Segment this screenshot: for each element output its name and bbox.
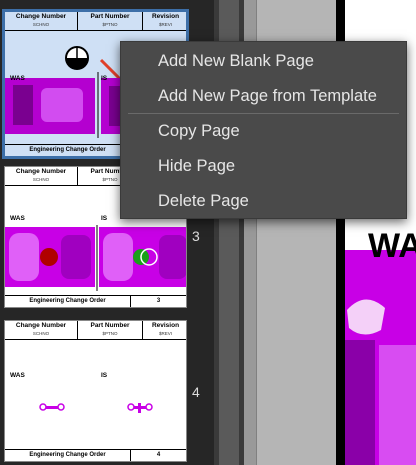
- header-change-number: Change Number: [15, 168, 67, 175]
- was-label: WAS: [10, 75, 25, 82]
- header-revision: Revision: [151, 13, 180, 20]
- header-part-number: Part Number: [90, 13, 130, 20]
- thumbnail-drawing: [39, 403, 153, 413]
- header-revision-sub: $REVI: [158, 331, 172, 336]
- header-change-sub: SCHNO: [32, 22, 50, 27]
- footer-title: Engineering Change Order: [5, 296, 131, 307]
- page-number-label: 3: [192, 228, 200, 244]
- is-label: IS: [101, 372, 108, 379]
- footer-title: Engineering Change Order: [5, 145, 131, 156]
- header-part-number: Part Number: [90, 322, 130, 329]
- menu-item-copy-page[interactable]: Copy Page: [158, 122, 240, 141]
- header-change-sub: SCHNO: [32, 177, 50, 182]
- page-title-text: WA: [368, 227, 416, 265]
- was-label: WAS: [10, 215, 25, 222]
- thumbnail-footer: Engineering Change Order 3: [5, 295, 186, 307]
- is-label: IS: [101, 215, 108, 222]
- header-change-number: Change Number: [15, 13, 67, 20]
- menu-item-hide-page[interactable]: Hide Page: [158, 157, 235, 176]
- thumbnail-drawing: [5, 225, 186, 291]
- was-label: WAS: [10, 372, 25, 379]
- header-revision-sub: $REVI: [158, 22, 172, 27]
- header-change-number: Change Number: [15, 322, 67, 329]
- thumbnail-footer: Engineering Change Order 4: [5, 449, 186, 461]
- thumbnail-header: Change Number SCHNO Part Number $PTNO Revi…: [5, 12, 186, 31]
- page-number-label: 4: [192, 384, 200, 400]
- context-menu: Add New Blank Page Add New Page from Tem…: [120, 41, 407, 219]
- footer-page-number: 4: [156, 452, 161, 458]
- header-part-sub: $PTNO: [102, 331, 118, 336]
- menu-separator: [128, 113, 399, 114]
- is-label: IS: [101, 75, 108, 82]
- menu-item-add-new-blank-page[interactable]: Add New Blank Page: [158, 52, 314, 71]
- header-change-sub: SCHNO: [32, 331, 50, 336]
- header-part-sub: $PTNO: [102, 22, 118, 27]
- thumbnail-header: Change Number SCHNO Part Number $PTNO Revi…: [5, 321, 186, 340]
- page-drawing: [345, 250, 416, 465]
- menu-item-delete-page[interactable]: Delete Page: [158, 192, 249, 211]
- footer-page-number: 3: [156, 298, 161, 304]
- footer-title: Engineering Change Order: [5, 450, 131, 461]
- header-revision: Revision: [151, 322, 180, 329]
- page-thumbnail-4[interactable]: Change Number SCHNO Part Number $PTNO Revi…: [4, 320, 187, 462]
- menu-item-add-new-page-from-template[interactable]: Add New Page from Template: [158, 87, 377, 106]
